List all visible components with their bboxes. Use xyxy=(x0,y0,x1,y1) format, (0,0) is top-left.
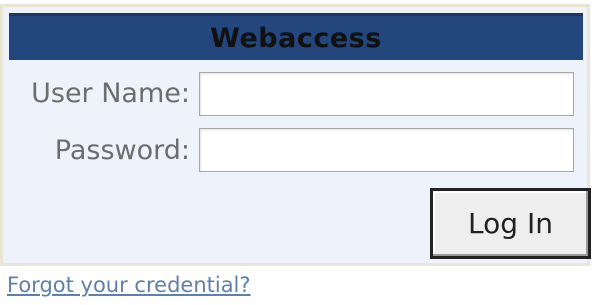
username-input[interactable] xyxy=(199,72,574,116)
login-header: Webaccess xyxy=(9,13,583,60)
password-input[interactable] xyxy=(199,128,574,172)
login-title: Webaccess xyxy=(210,22,382,54)
login-button[interactable]: Log In xyxy=(430,188,591,259)
password-label: Password: xyxy=(54,135,190,166)
forgot-credential-link[interactable]: Forgot your credential? xyxy=(7,273,251,297)
username-label: User Name: xyxy=(31,78,190,109)
